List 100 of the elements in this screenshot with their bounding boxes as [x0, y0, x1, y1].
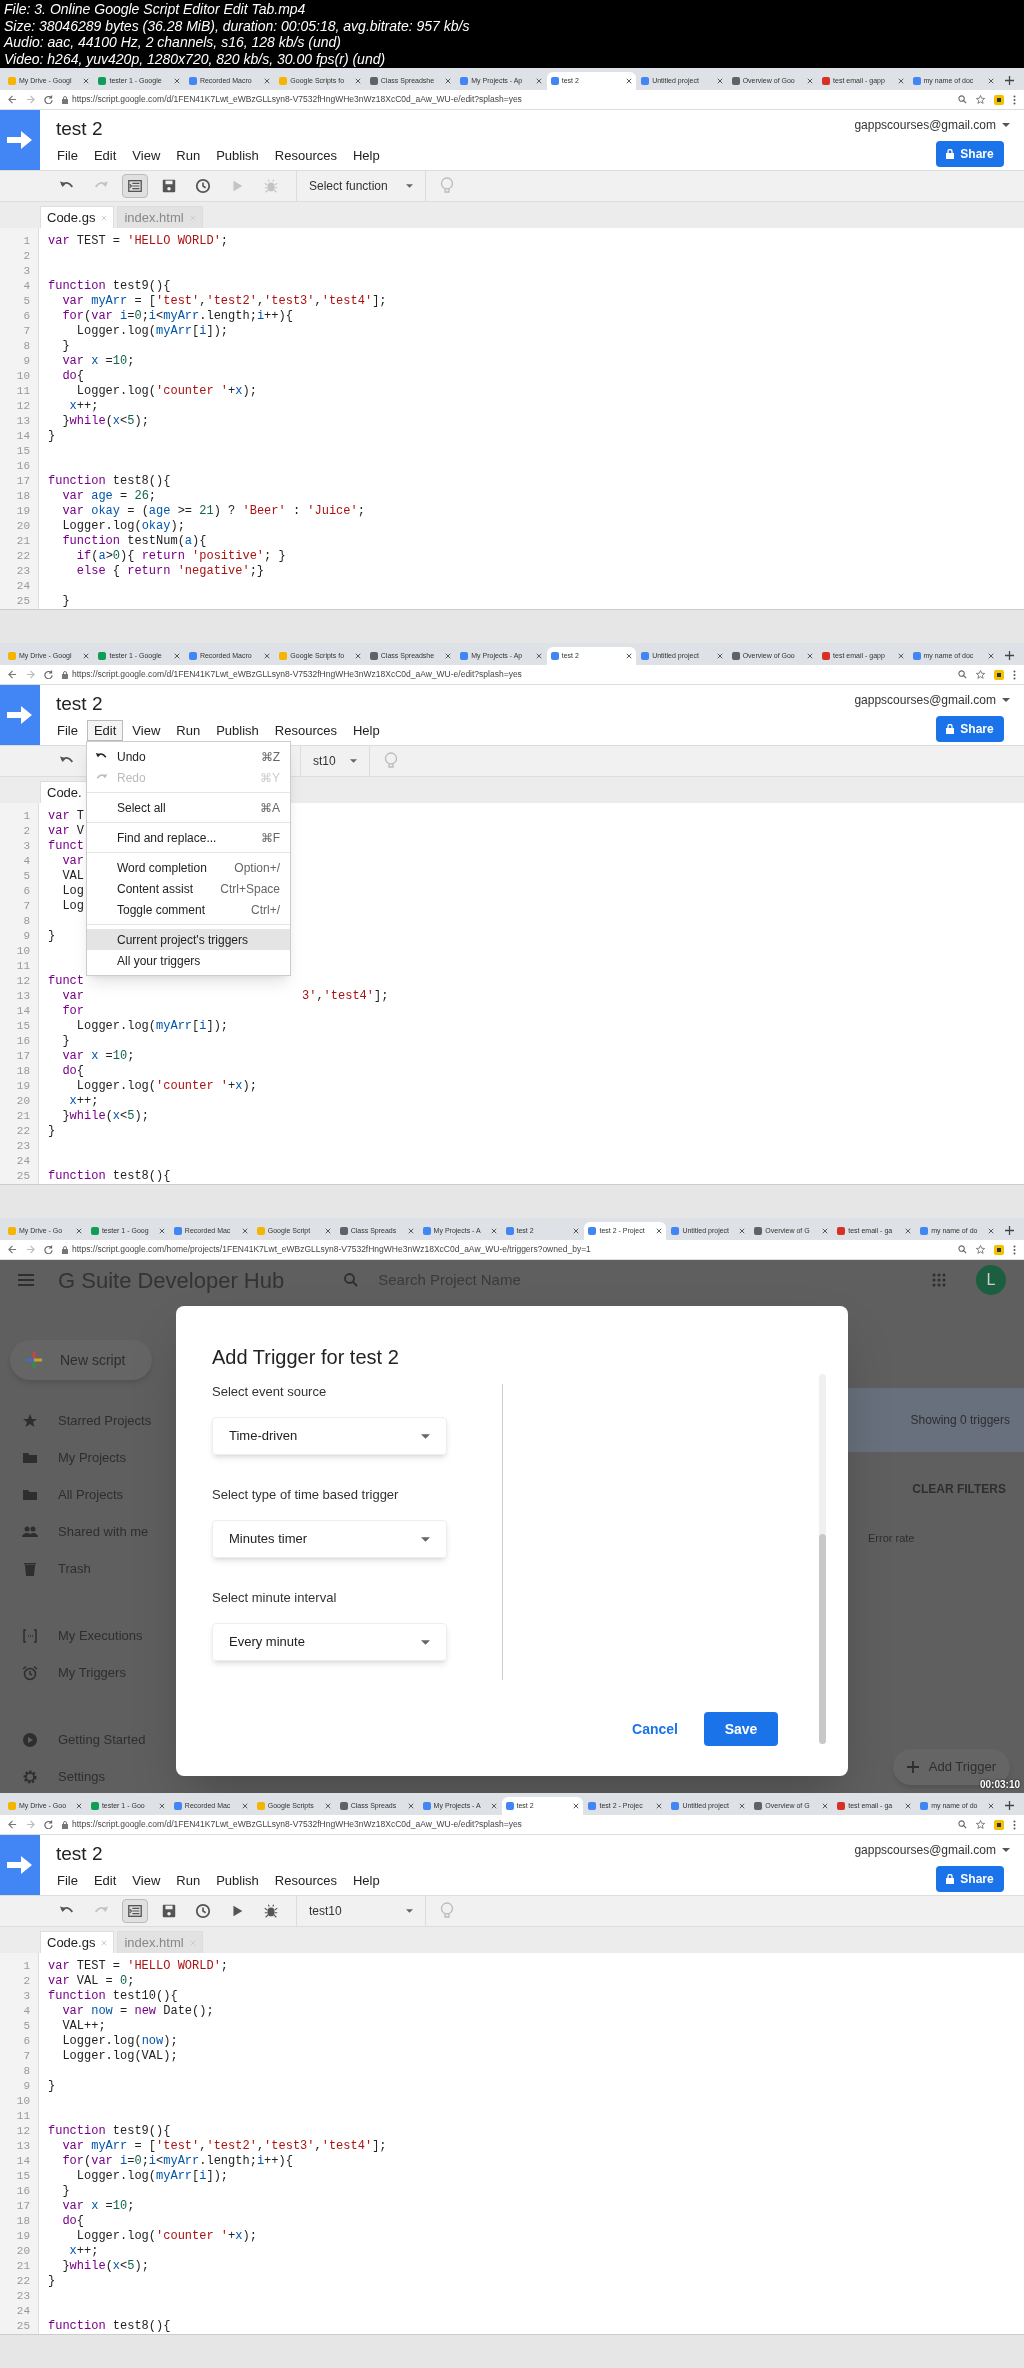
extension-icon[interactable] — [994, 94, 1004, 105]
extension-icon[interactable] — [994, 669, 1004, 680]
menu-icon[interactable] — [1013, 94, 1016, 105]
scrollbar[interactable] — [819, 1374, 826, 1744]
close-icon[interactable] — [173, 653, 180, 659]
account-email[interactable]: gappscourses@gmail.com — [854, 691, 996, 709]
close-icon[interactable] — [988, 1803, 995, 1809]
dropdown[interactable]: Every minute — [212, 1623, 447, 1661]
close-icon[interactable] — [739, 1228, 746, 1234]
menu-bar-item[interactable]: Publish — [209, 145, 266, 166]
reload-icon[interactable] — [44, 1820, 53, 1829]
close-icon[interactable] — [241, 1228, 248, 1234]
menu-bar-item[interactable]: Edit — [86, 1870, 124, 1891]
close-icon[interactable] — [490, 1803, 497, 1809]
close-icon[interactable] — [407, 1803, 414, 1809]
close-icon[interactable] — [573, 1228, 580, 1234]
close-icon[interactable] — [535, 653, 542, 659]
zoom-icon[interactable] — [958, 95, 967, 104]
back-icon[interactable] — [8, 95, 17, 104]
close-icon[interactable] — [807, 653, 814, 659]
close-icon[interactable] — [264, 78, 271, 84]
menu-bar-item[interactable]: Publish — [209, 720, 266, 741]
menu-item[interactable]: Find and replace... ⌘F — [87, 827, 290, 848]
menu-item[interactable]: Select all ⌘A — [87, 797, 290, 818]
close-icon[interactable] — [407, 1228, 414, 1234]
new-tab-icon[interactable] — [1005, 1226, 1015, 1235]
menu-bar-item[interactable]: Resources — [267, 1870, 344, 1891]
close-icon[interactable] — [354, 653, 361, 659]
close-icon[interactable] — [822, 1228, 829, 1234]
share-button[interactable]: Share — [936, 1866, 1004, 1892]
back-icon[interactable] — [8, 1245, 17, 1254]
menu-bar-item[interactable]: View — [125, 720, 168, 741]
close-icon[interactable] — [656, 1803, 663, 1809]
account-email[interactable]: gappscourses@gmail.com — [854, 1841, 996, 1859]
menu-bar-item[interactable]: View — [125, 145, 168, 166]
close-icon[interactable] — [535, 78, 542, 84]
menu-bar-item[interactable]: Help — [345, 1870, 387, 1891]
close-icon[interactable] — [626, 653, 633, 659]
close-icon[interactable] — [173, 78, 180, 84]
account-email[interactable]: gappscourses@gmail.com — [854, 116, 996, 134]
close-icon[interactable] — [626, 78, 633, 84]
close-icon[interactable] — [656, 1228, 663, 1234]
close-icon[interactable] — [445, 653, 452, 659]
close-icon[interactable] — [716, 653, 723, 659]
close-icon[interactable] — [490, 1228, 497, 1234]
new-tab-icon[interactable] — [1005, 76, 1014, 85]
close-icon[interactable] — [905, 1803, 912, 1809]
save-button[interactable]: Save — [704, 1712, 778, 1746]
function-select[interactable]: test10 — [296, 1896, 426, 1926]
close-icon[interactable] — [807, 78, 814, 84]
close-icon[interactable] — [822, 1803, 829, 1809]
new-tab-icon[interactable] — [1005, 1801, 1015, 1810]
menu-item[interactable]: Undo ⌘Z — [87, 746, 290, 767]
menu-bar-item[interactable]: Run — [169, 720, 208, 741]
star-icon[interactable] — [976, 1245, 985, 1254]
list-button[interactable] — [122, 1899, 148, 1923]
close-icon[interactable] — [988, 1228, 995, 1234]
share-button[interactable]: Share — [936, 716, 1004, 742]
menu-item[interactable]: Content assist Ctrl+Space — [87, 878, 290, 899]
reload-icon[interactable] — [44, 95, 53, 104]
menu-item[interactable]: Toggle comment Ctrl+/ — [87, 899, 290, 920]
extension-icon[interactable] — [994, 1244, 1004, 1255]
menu-bar-item[interactable]: Resources — [267, 145, 344, 166]
menu-bar-item[interactable]: Help — [345, 720, 387, 741]
zoom-icon[interactable] — [958, 1820, 967, 1829]
back-icon[interactable] — [8, 1820, 17, 1829]
function-select[interactable]: Select function — [296, 171, 426, 201]
close-icon[interactable] — [445, 78, 452, 84]
caret-icon[interactable] — [1002, 698, 1010, 702]
caret-icon[interactable] — [1002, 123, 1010, 127]
menu-bar-item[interactable]: Edit — [86, 720, 124, 741]
zoom-icon[interactable] — [958, 1245, 967, 1254]
menu-bar-item[interactable]: Publish — [209, 1870, 266, 1891]
close-icon[interactable] — [75, 1803, 82, 1809]
file-tab[interactable]: Code.gs — [40, 1931, 115, 1953]
menu-item[interactable]: All your triggers — [87, 950, 290, 971]
file-tab[interactable]: Code. — [40, 781, 89, 803]
menu-bar-item[interactable]: File — [50, 145, 85, 166]
star-icon[interactable] — [976, 670, 985, 679]
close-icon[interactable] — [264, 653, 271, 659]
star-icon[interactable] — [976, 95, 985, 104]
close-icon[interactable] — [75, 1228, 82, 1234]
close-icon[interactable] — [905, 1228, 912, 1234]
reload-icon[interactable] — [44, 670, 53, 679]
menu-bar-item[interactable]: View — [125, 1870, 168, 1891]
new-tab-icon[interactable] — [1005, 651, 1014, 660]
file-tab[interactable]: Code.gs — [40, 206, 115, 228]
list-button[interactable] — [122, 174, 148, 198]
menu-icon[interactable] — [1013, 1819, 1016, 1830]
caret-icon[interactable] — [1002, 1848, 1010, 1852]
menu-bar-item[interactable]: Run — [169, 1870, 208, 1891]
menu-bar-item[interactable]: Resources — [267, 720, 344, 741]
menu-bar-item[interactable]: Edit — [86, 145, 124, 166]
zoom-icon[interactable] — [958, 670, 967, 679]
star-icon[interactable] — [976, 1820, 985, 1829]
close-icon[interactable] — [739, 1803, 746, 1809]
close-icon[interactable] — [158, 1803, 165, 1809]
function-select[interactable]: st10 — [300, 746, 370, 776]
menu-bar-item[interactable]: File — [50, 1870, 85, 1891]
cancel-button[interactable]: Cancel — [632, 1718, 678, 1740]
